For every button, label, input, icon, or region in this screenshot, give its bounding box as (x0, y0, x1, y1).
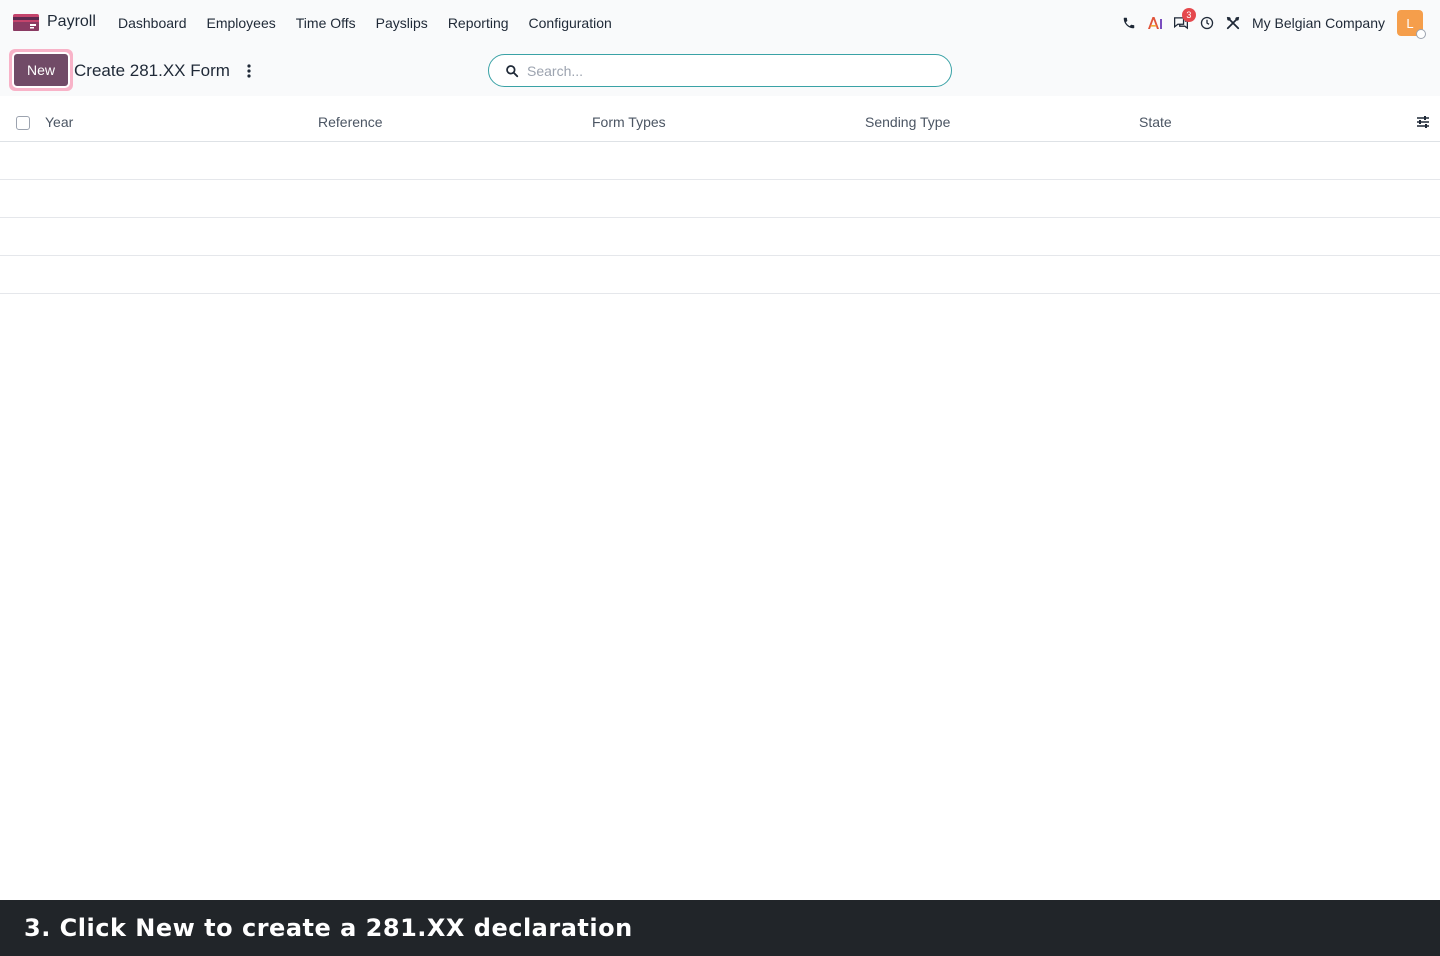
search-input[interactable] (527, 62, 927, 79)
phone-icon[interactable] (1116, 0, 1142, 46)
actions-menu-icon[interactable] (242, 62, 256, 80)
payroll-app-icon[interactable] (13, 14, 39, 31)
optional-columns-icon[interactable] (1415, 114, 1431, 130)
menu-reporting[interactable]: Reporting (438, 0, 519, 46)
company-switcher[interactable]: My Belgian Company (1246, 15, 1397, 31)
new-button[interactable]: New (12, 52, 70, 88)
top-navbar: Payroll Dashboard Employees Time Offs Pa… (0, 0, 1440, 46)
user-avatar[interactable]: L (1397, 10, 1426, 39)
control-panel: New Create 281.XX Form (0, 46, 1440, 96)
clock-icon[interactable] (1194, 0, 1220, 46)
menu-time-offs[interactable]: Time Offs (286, 0, 366, 46)
list-header: Year Reference Form Types Sending Type S… (0, 103, 1440, 142)
select-all-checkbox[interactable] (16, 116, 30, 130)
tools-icon[interactable] (1220, 0, 1246, 46)
column-year[interactable]: Year (45, 114, 73, 130)
empty-row (0, 180, 1440, 218)
new-button-highlight: New (9, 49, 73, 91)
systray: 3 My Belgian Company L (1116, 0, 1440, 46)
menu-dashboard[interactable]: Dashboard (108, 0, 197, 46)
ai-assistant-icon[interactable] (1142, 0, 1168, 46)
main-menu: Dashboard Employees Time Offs Payslips R… (108, 0, 622, 46)
empty-row (0, 142, 1440, 180)
column-sending-type[interactable]: Sending Type (865, 114, 950, 130)
menu-configuration[interactable]: Configuration (519, 0, 622, 46)
menu-employees[interactable]: Employees (197, 0, 286, 46)
avatar-initial: L (1406, 15, 1414, 31)
tutorial-caption: 3. Click New to create a 281.XX declarat… (0, 900, 1440, 956)
column-reference[interactable]: Reference (318, 114, 383, 130)
column-state[interactable]: State (1139, 114, 1172, 130)
empty-row (0, 218, 1440, 256)
user-status-icon (1416, 29, 1426, 39)
app-name[interactable]: Payroll (47, 13, 96, 31)
empty-row (0, 256, 1440, 294)
messages-icon[interactable]: 3 (1168, 0, 1196, 46)
menu-payslips[interactable]: Payslips (366, 0, 438, 46)
search-bar[interactable] (488, 54, 952, 87)
search-icon (506, 64, 519, 77)
column-form-types[interactable]: Form Types (592, 114, 666, 130)
page-title: Create 281.XX Form (74, 61, 230, 80)
